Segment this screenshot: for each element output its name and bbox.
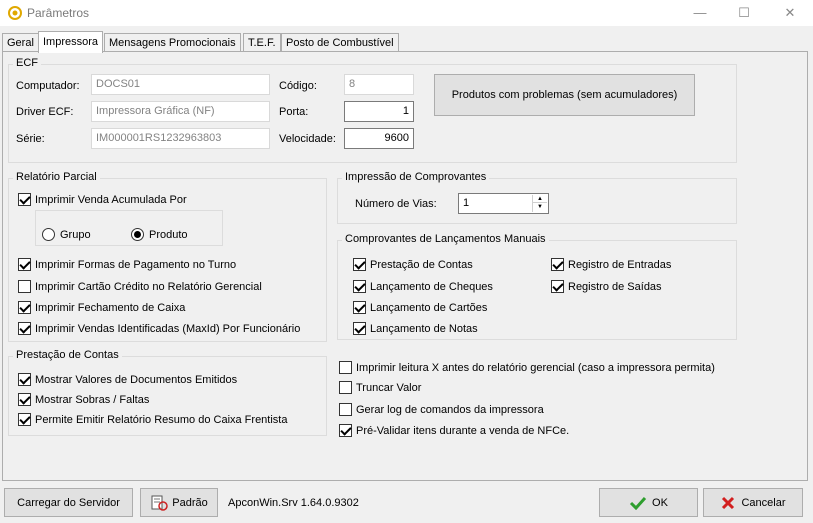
computador-label: Computador: [16,80,80,92]
tab-impressora[interactable]: Impressora [38,31,104,53]
spin-up-icon[interactable]: ▲ [533,195,547,203]
maximize-button[interactable]: ☐ [721,0,767,26]
permite-emitir-relatorio-checkbox[interactable]: Permite Emitir Relatório Resumo do Caixa… [18,413,287,426]
velocidade-label: Velocidade: [279,133,336,145]
numero-vias-input[interactable]: 1 ▲ ▼ [458,193,549,214]
serie-field[interactable]: IM000001RS1232963803 [91,128,270,149]
prestacao-contas-legend: Prestação de Contas [13,349,122,361]
tab-mensagens-promocionais[interactable]: Mensagens Promocionais [104,33,241,53]
truncar-valor-checkbox[interactable]: Truncar Valor [339,381,421,394]
title-bar: Parâmetros — ☐ ✕ [0,0,813,26]
imprimir-leitura-x-checkbox[interactable]: Imprimir leitura X antes do relatório ge… [339,361,715,374]
computador-field[interactable]: DOCS01 [91,74,270,95]
mostrar-valores-documentos-checkbox[interactable]: Mostrar Valores de Documentos Emitidos [18,373,237,386]
pre-validar-nfce-checkbox[interactable]: Pré-Validar itens durante a venda de NFC… [339,424,569,437]
lancamento-cheques-checkbox[interactable]: Lançamento de Cheques [353,280,493,293]
tab-tef[interactable]: T.E.F. [243,33,281,53]
cancel-x-icon [722,496,735,509]
velocidade-field[interactable]: 9600 [344,128,414,149]
version-label: ApconWin.Srv 1.64.0.9302 [228,497,359,509]
driver-ecf-field[interactable]: Impressora Gráfica (NF) [91,101,270,122]
imprimir-fechamento-caixa-checkbox[interactable]: Imprimir Fechamento de Caixa [18,301,185,314]
imprimir-vendas-identificadas-checkbox[interactable]: Imprimir Vendas Identificadas (MaxId) Po… [18,322,300,335]
ecf-legend: ECF [13,57,41,69]
ok-button[interactable]: OK [599,488,698,517]
numero-vias-spinner[interactable]: ▲ ▼ [532,195,547,212]
minimize-button[interactable]: — [677,0,723,26]
check-icon [629,496,647,510]
carregar-servidor-button[interactable]: Carregar do Servidor [4,488,133,517]
produto-radio[interactable]: Produto [131,228,188,241]
document-refresh-icon [151,495,168,511]
padrao-button[interactable]: Padrão [140,488,218,517]
lancamentos-manuais-legend: Comprovantes de Lançamentos Manuais [342,233,549,245]
codigo-field[interactable]: 8 [344,74,414,95]
grupo-radio[interactable]: Grupo [42,228,91,241]
produtos-com-problemas-button[interactable]: Produtos com problemas (sem acumuladores… [434,74,695,116]
imprimir-venda-acumulada-checkbox[interactable]: Imprimir Venda Acumulada Por [18,193,187,206]
codigo-label: Código: [279,80,317,92]
close-button[interactable]: ✕ [767,0,813,26]
relatorio-parcial-legend: Relatório Parcial [13,171,100,183]
tab-posto-combustivel[interactable]: Posto de Combustível [281,33,399,53]
registro-entradas-checkbox[interactable]: Registro de Entradas [551,258,671,271]
registro-saidas-checkbox[interactable]: Registro de Saídas [551,280,662,293]
imprimir-cartao-credito-checkbox[interactable]: Imprimir Cartão Crédito no Relatório Ger… [18,280,262,293]
gerar-log-checkbox[interactable]: Gerar log de comandos da impressora [339,403,544,416]
cancelar-button[interactable]: Cancelar [703,488,803,517]
imprimir-formas-pagamento-checkbox[interactable]: Imprimir Formas de Pagamento no Turno [18,258,236,271]
driver-ecf-label: Driver ECF: [16,106,74,118]
mostrar-sobras-faltas-checkbox[interactable]: Mostrar Sobras / Faltas [18,393,149,406]
impressao-comprovantes-legend: Impressão de Comprovantes [342,171,490,183]
lancamento-notas-checkbox[interactable]: Lançamento de Notas [353,322,478,335]
serie-label: Série: [16,133,45,145]
prestacao-contas-checkbox[interactable]: Prestação de Contas [353,258,473,271]
numero-vias-label: Número de Vias: [355,198,437,210]
tab-geral[interactable]: Geral [2,33,39,53]
window-title: Parâmetros [27,6,90,20]
tab-panel-impressora: ECF Computador: DOCS01 Driver ECF: Impre… [2,51,808,481]
porta-field[interactable]: 1 [344,101,414,122]
porta-label: Porta: [279,106,309,118]
lancamento-cartoes-checkbox[interactable]: Lançamento de Cartões [353,301,487,314]
spin-down-icon[interactable]: ▼ [533,203,547,211]
app-icon [8,6,22,20]
